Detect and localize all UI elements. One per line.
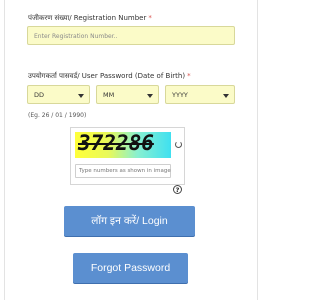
captcha-box: 372286 Type numbers as shown in image	[70, 127, 185, 185]
captcha-input[interactable]: Type numbers as shown in image	[75, 164, 171, 178]
day-value: DD	[34, 91, 45, 99]
year-select[interactable]: YYYY	[165, 85, 235, 104]
captcha-placeholder: Type numbers as shown in image	[79, 168, 171, 174]
chevron-down-icon	[223, 94, 229, 98]
registration-label: पंजीकरण संख्या/ Registration Number *	[28, 14, 152, 23]
forgot-password-button[interactable]: Forgot Password	[73, 253, 188, 283]
chevron-down-icon	[78, 94, 84, 98]
captcha-image: 372286	[75, 132, 171, 158]
dob-example: (Eg. 26 / 01 / 1990)	[28, 112, 87, 119]
day-select[interactable]: DD	[27, 85, 90, 104]
captcha-code: 372286	[78, 132, 154, 155]
registration-number-input[interactable]: Enter Registration Number..	[27, 26, 235, 45]
chevron-down-icon	[147, 94, 153, 98]
refresh-icon[interactable]	[175, 141, 182, 148]
month-value: MM	[103, 91, 115, 99]
password-label: उपयोगकर्ता पासवर्ड/ User Password (Date …	[28, 72, 191, 81]
password-label-text: उपयोगकर्ता पासवर्ड/ User Password (Date …	[28, 72, 186, 80]
month-select[interactable]: MM	[96, 85, 159, 104]
registration-label-text: पंजीकरण संख्या/ Registration Number	[28, 14, 147, 22]
login-button[interactable]: लॉग इन करें/ Login	[64, 206, 195, 236]
registration-placeholder: Enter Registration Number..	[34, 33, 118, 40]
help-icon[interactable]: ?	[173, 185, 182, 194]
required-mark: *	[187, 72, 191, 80]
year-value: YYYY	[172, 91, 188, 99]
required-mark: *	[148, 14, 152, 22]
